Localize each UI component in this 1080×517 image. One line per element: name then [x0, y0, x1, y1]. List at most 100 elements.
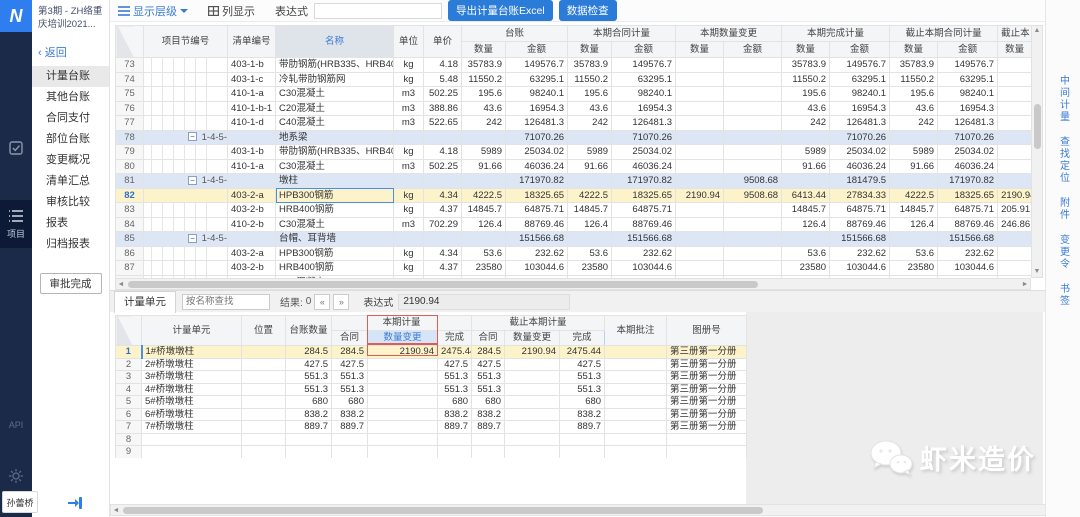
- cell-value[interactable]: [676, 174, 724, 189]
- cell-value[interactable]: 126.4: [890, 217, 938, 232]
- cell-value[interactable]: 126481.3: [612, 116, 676, 131]
- cell-value[interactable]: 151566.68: [506, 232, 568, 247]
- cell-ledger-qty[interactable]: 551.3: [286, 371, 332, 384]
- cell-value[interactable]: 427.5: [560, 358, 605, 371]
- cell-value[interactable]: 23580: [782, 261, 830, 276]
- column-header[interactable]: 本期批注: [605, 316, 667, 346]
- row-number[interactable]: 80: [116, 159, 144, 174]
- collapse-icon[interactable]: −: [188, 234, 197, 243]
- cell-value[interactable]: [724, 116, 782, 131]
- cell-ledger-qty[interactable]: 838.2: [286, 408, 332, 421]
- cell-value[interactable]: [724, 58, 782, 73]
- cell-value[interactable]: 838.2: [438, 408, 472, 421]
- cell-value[interactable]: 16954.3: [506, 101, 568, 116]
- cell-value[interactable]: 126.4: [568, 217, 612, 232]
- row-number[interactable]: 8: [116, 433, 142, 446]
- cell-value[interactable]: [568, 174, 612, 189]
- cell-name[interactable]: 墩柱: [276, 174, 394, 189]
- cell-unit-name[interactable]: 2#桥墩墩柱: [142, 358, 242, 371]
- sidebar-item[interactable]: 部位台账: [32, 129, 109, 150]
- cell-value[interactable]: 91.66: [462, 159, 506, 174]
- column-header[interactable]: 名称: [276, 26, 394, 58]
- tasks-icon[interactable]: [0, 140, 32, 159]
- display-level-button[interactable]: 显示层级: [118, 3, 188, 19]
- cell-value[interactable]: 4222.5: [890, 188, 938, 203]
- cell-value[interactable]: 43.6: [568, 101, 612, 116]
- column-header[interactable]: 金额: [506, 42, 568, 58]
- cell-value[interactable]: [998, 174, 1031, 189]
- cell-unit[interactable]: m3: [394, 87, 424, 102]
- cell-value[interactable]: 25034.02: [506, 145, 568, 160]
- cell-price[interactable]: 522.65: [424, 116, 462, 131]
- cell-value[interactable]: 838.2: [472, 408, 505, 421]
- cell-value[interactable]: [676, 145, 724, 160]
- row-number[interactable]: 79: [116, 145, 144, 160]
- cell-note[interactable]: [605, 421, 667, 434]
- row-number[interactable]: 4: [116, 383, 142, 396]
- column-header[interactable]: 本期合同计量: [568, 26, 676, 42]
- cell-value[interactable]: [560, 433, 605, 446]
- cell-value[interactable]: [505, 446, 560, 459]
- cell-value[interactable]: 91.66: [890, 159, 938, 174]
- column-header[interactable]: 数量: [782, 42, 830, 58]
- cell-price[interactable]: 702.29: [424, 217, 462, 232]
- cell-ledger-qty[interactable]: 551.3: [286, 383, 332, 396]
- cell-position[interactable]: [242, 346, 286, 359]
- cell-value[interactable]: 181479.5: [830, 174, 890, 189]
- row-number[interactable]: 2: [116, 358, 142, 371]
- cell-value[interactable]: 98240.1: [612, 87, 676, 102]
- column-header[interactable]: 单位: [394, 26, 424, 58]
- cell-list-no[interactable]: 403-1-b: [228, 145, 276, 160]
- cell-value[interactable]: 149576.7: [938, 58, 998, 73]
- cell-unit[interactable]: kg: [394, 188, 424, 203]
- cell-value[interactable]: 680: [332, 396, 368, 409]
- cell-position[interactable]: [242, 358, 286, 371]
- cell-atlas[interactable]: 第三册第一分册: [667, 371, 747, 384]
- cell-value[interactable]: 103044.6: [612, 261, 676, 276]
- row-number[interactable]: 82: [116, 188, 144, 203]
- cell-value[interactable]: 246.86: [998, 217, 1031, 232]
- scroll-left-icon[interactable]: ◄: [116, 280, 126, 290]
- row-number[interactable]: 87: [116, 261, 144, 276]
- cell-value[interactable]: 46036.24: [938, 159, 998, 174]
- cell-value[interactable]: 63295.1: [938, 72, 998, 87]
- next-result-button[interactable]: »: [333, 294, 349, 310]
- export-excel-button[interactable]: 导出计量台账Excel: [448, 0, 553, 21]
- cell-value[interactable]: 98240.1: [830, 87, 890, 102]
- cell-value[interactable]: [505, 396, 560, 409]
- right-panel-item[interactable]: 查找定位: [1056, 136, 1071, 184]
- cell-value[interactable]: 11550.2: [462, 72, 506, 87]
- cell-value[interactable]: 551.3: [332, 383, 368, 396]
- cell-value[interactable]: 88769.46: [938, 217, 998, 232]
- column-display-button[interactable]: 列显示: [208, 3, 255, 19]
- cell-value[interactable]: 103044.6: [506, 261, 568, 276]
- cell-value[interactable]: [676, 159, 724, 174]
- cell-value[interactable]: [568, 232, 612, 247]
- cell-value[interactable]: 35783.9: [782, 58, 830, 73]
- cell-value[interactable]: 25034.02: [612, 145, 676, 160]
- collapse-icon[interactable]: −: [188, 132, 197, 141]
- cell-list-no[interactable]: 410-2-b: [228, 217, 276, 232]
- cell-value[interactable]: [560, 446, 605, 459]
- cell-value[interactable]: 16954.3: [938, 101, 998, 116]
- column-header[interactable]: 截止本期合同计量: [890, 26, 998, 42]
- tree-cell[interactable]: [144, 261, 228, 276]
- search-input[interactable]: [182, 294, 270, 310]
- sidebar-item[interactable]: 合同支付: [32, 108, 109, 129]
- cell-price[interactable]: [424, 174, 462, 189]
- cell-value[interactable]: 551.3: [560, 383, 605, 396]
- bottom-horizontal-scrollbar[interactable]: ◄ ►: [110, 504, 1080, 516]
- cell-value[interactable]: [998, 101, 1031, 116]
- scrollbar-thumb[interactable]: [123, 507, 763, 514]
- cell-value[interactable]: [505, 421, 560, 434]
- cell-value[interactable]: 103044.6: [830, 261, 890, 276]
- cell-value[interactable]: [724, 87, 782, 102]
- cell-value[interactable]: 43.6: [462, 101, 506, 116]
- cell-unit-name[interactable]: [142, 433, 242, 446]
- cell-value[interactable]: 4222.5: [568, 188, 612, 203]
- cell-value[interactable]: 242: [890, 116, 938, 131]
- column-header[interactable]: 本期数量变更: [676, 26, 782, 42]
- cell-atlas[interactable]: 第三册第一分册: [667, 421, 747, 434]
- cell-ledger-qty[interactable]: [286, 446, 332, 459]
- cell-unit[interactable]: [394, 174, 424, 189]
